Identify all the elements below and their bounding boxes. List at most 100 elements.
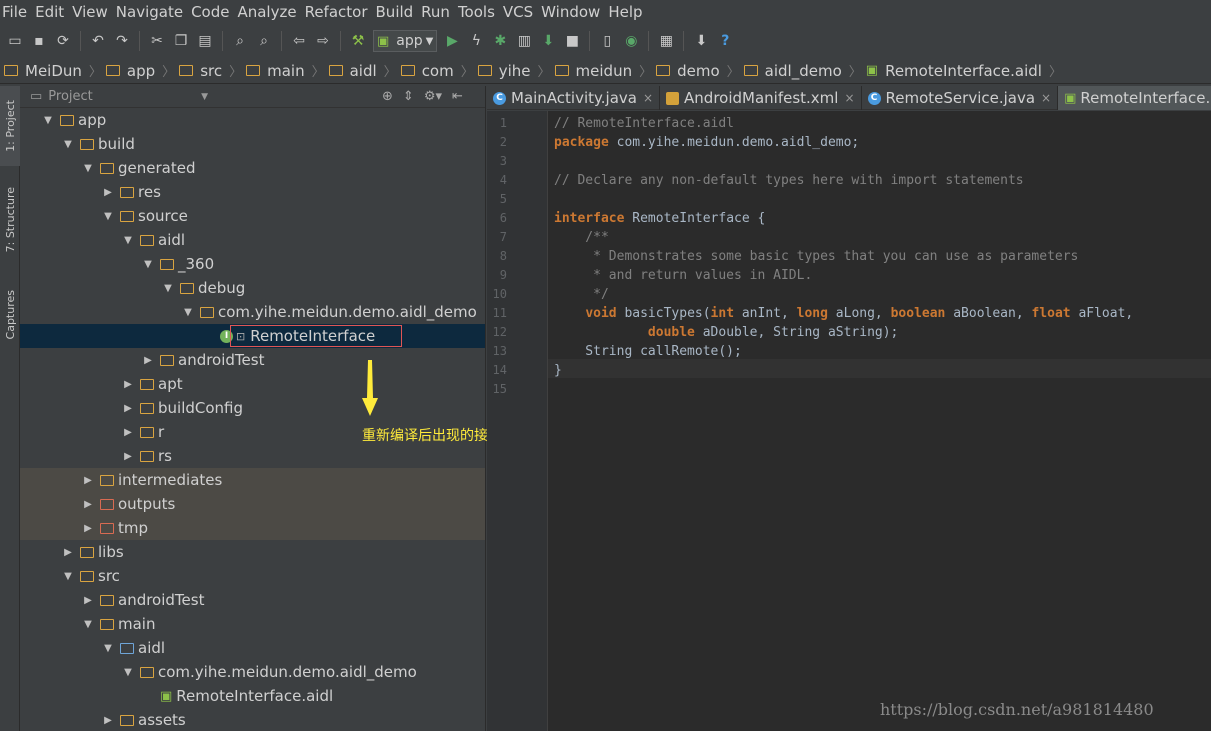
expanded-arrow-icon[interactable]: ▼ [82,619,94,630]
menu-item-window[interactable]: Window [537,0,604,24]
expanded-arrow-icon[interactable]: ▼ [122,235,134,246]
tree-node[interactable]: ▣ RemoteInterface.aidl [20,684,485,708]
tree-node[interactable]: ▼ main [20,612,485,636]
run-config-select[interactable]: ▣ app ▼ [373,30,438,52]
expanded-arrow-icon[interactable]: ▼ [162,283,174,294]
collapsed-arrow-icon[interactable]: ▶ [102,715,114,726]
sdk-manager-icon[interactable]: ◉ [620,30,642,52]
tree-node[interactable]: ▶ res [20,180,485,204]
debug-icon[interactable]: ✱ [489,30,511,52]
find-icon[interactable]: ⌕ [229,30,251,52]
tree-node[interactable]: ▼ aidl [20,636,485,660]
code-editor[interactable]: 1 2 3 4 5 6 7 8 9 10 11 12 13 14 15 // RemoteInterface… [487,111,1211,731]
tree-node[interactable]: ▼ source [20,204,485,228]
tab-captures[interactable]: Captures [0,280,20,350]
collapsed-arrow-icon[interactable]: ▶ [82,595,94,606]
tree-node[interactable]: ▶ rs [20,444,485,468]
collapsed-arrow-icon[interactable]: ▶ [122,427,134,438]
menu-item-help[interactable]: Help [604,0,646,24]
tree-node[interactable]: ▶ outputs [20,492,485,516]
breadcrumb-item[interactable]: ▣ RemoteInterface.aidl 〉 [866,61,1066,81]
android-device-monitor-icon[interactable]: ⬇ [690,30,712,52]
expanded-arrow-icon[interactable]: ▼ [142,259,154,270]
tab-project[interactable]: 1: Project [0,86,20,166]
expanded-arrow-icon[interactable]: ▼ [182,307,194,318]
breadcrumb-item[interactable]: demo 〉 [656,61,744,80]
editor-tab[interactable]: C MainActivity.java × [487,86,661,110]
run-icon[interactable]: ▶ [441,30,463,52]
expanded-arrow-icon[interactable]: ▼ [62,571,74,582]
tree-node[interactable]: ▶ intermediates [20,468,485,492]
expanded-arrow-icon[interactable]: ▼ [42,115,54,126]
project-view-select[interactable]: ▭ Project ▼ [30,89,208,104]
menu-item-file[interactable]: File [0,0,31,24]
close-icon[interactable]: × [643,91,653,105]
menu-item-tools[interactable]: Tools [454,0,499,24]
tree-node[interactable]: ▶ androidTest [20,588,485,612]
help-icon[interactable]: ? [714,30,736,52]
scroll-from-source-icon[interactable]: ⊕ [382,89,393,104]
sync-icon[interactable]: ⟳ [52,30,74,52]
instant-run-icon[interactable]: ϟ [465,30,487,52]
breadcrumb-item[interactable]: src 〉 [179,61,246,80]
avd-manager-icon[interactable]: ▯ [596,30,618,52]
cut-icon[interactable]: ✂ [146,30,168,52]
collapsed-arrow-icon[interactable]: ▶ [82,523,94,534]
collapsed-arrow-icon[interactable]: ▶ [122,403,134,414]
save-all-icon[interactable]: ▪ [28,30,50,52]
breadcrumb-item[interactable]: app 〉 [105,61,179,80]
menu-item-refactor[interactable]: Refactor [301,0,372,24]
breadcrumb-item[interactable]: main 〉 [246,61,329,80]
tree-node[interactable]: ▶ libs [20,540,485,564]
close-icon[interactable]: × [1041,91,1051,105]
expanded-arrow-icon[interactable]: ▼ [122,667,134,678]
tree-node[interactable]: ▼ com.yihe.meidun.demo.aidl_demo [20,300,485,324]
collapsed-arrow-icon[interactable]: ▶ [102,187,114,198]
hide-panel-icon[interactable]: ⇤ [452,89,463,104]
tree-node[interactable]: ▶ apt [20,372,485,396]
breadcrumb-item[interactable]: aidl_demo 〉 [743,61,866,80]
tree-node[interactable]: ▼ aidl [20,228,485,252]
make-project-icon[interactable]: ⚒ [347,30,369,52]
back-icon[interactable]: ⇦ [288,30,310,52]
tree-node[interactable]: ▶ tmp [20,516,485,540]
tree-node[interactable]: ▶ assets [20,708,485,731]
collapsed-arrow-icon[interactable]: ▶ [122,379,134,390]
gear-icon[interactable]: ⚙▾ [424,89,442,104]
tree-node[interactable]: ▼ build [20,132,485,156]
tab-structure[interactable]: 7: Structure [0,178,20,262]
menu-item-run[interactable]: Run [417,0,454,24]
project-structure-icon[interactable]: ▦ [655,30,677,52]
editor-tab[interactable]: C RemoteService.java × [862,86,1059,110]
tree-node[interactable]: ▼ src [20,564,485,588]
menu-item-navigate[interactable]: Navigate [112,0,187,24]
collapsed-arrow-icon[interactable]: ▶ [142,355,154,366]
menu-item-edit[interactable]: Edit [31,0,68,24]
expanded-arrow-icon[interactable]: ▼ [62,139,74,150]
undo-icon[interactable]: ↶ [87,30,109,52]
expanded-arrow-icon[interactable]: ▼ [102,211,114,222]
menu-item-build[interactable]: Build [372,0,418,24]
collapsed-arrow-icon[interactable]: ▶ [122,451,134,462]
breadcrumb-item[interactable]: aidl 〉 [328,61,401,80]
collapsed-arrow-icon[interactable]: ▶ [82,475,94,486]
collapse-all-icon[interactable]: ⇕ [403,89,414,104]
tree-node[interactable]: ▼ com.yihe.meidun.demo.aidl_demo [20,660,485,684]
breadcrumb-item[interactable]: meidun 〉 [554,61,657,80]
replace-icon[interactable]: ⌕ [253,30,275,52]
expanded-arrow-icon[interactable]: ▼ [102,643,114,654]
copy-icon[interactable]: ❐ [170,30,192,52]
forward-icon[interactable]: ⇨ [312,30,334,52]
tree-node[interactable]: ▶ androidTest [20,348,485,372]
menu-item-analyze[interactable]: Analyze [233,0,300,24]
stop-icon[interactable]: ■ [561,30,583,52]
paste-icon[interactable]: ▤ [194,30,216,52]
tree-node[interactable]: ▼ generated [20,156,485,180]
expanded-arrow-icon[interactable]: ▼ [82,163,94,174]
tree-node[interactable]: ▼ debug [20,276,485,300]
close-icon[interactable]: × [844,91,854,105]
editor-tab[interactable]: AndroidManifest.xml × [660,86,862,110]
editor-tab[interactable]: ▣RemoteInterface.aidl× [1058,86,1211,110]
tree-node[interactable]: ▼ _360 [20,252,485,276]
tree-node[interactable]: ▶ buildConfig [20,396,485,420]
